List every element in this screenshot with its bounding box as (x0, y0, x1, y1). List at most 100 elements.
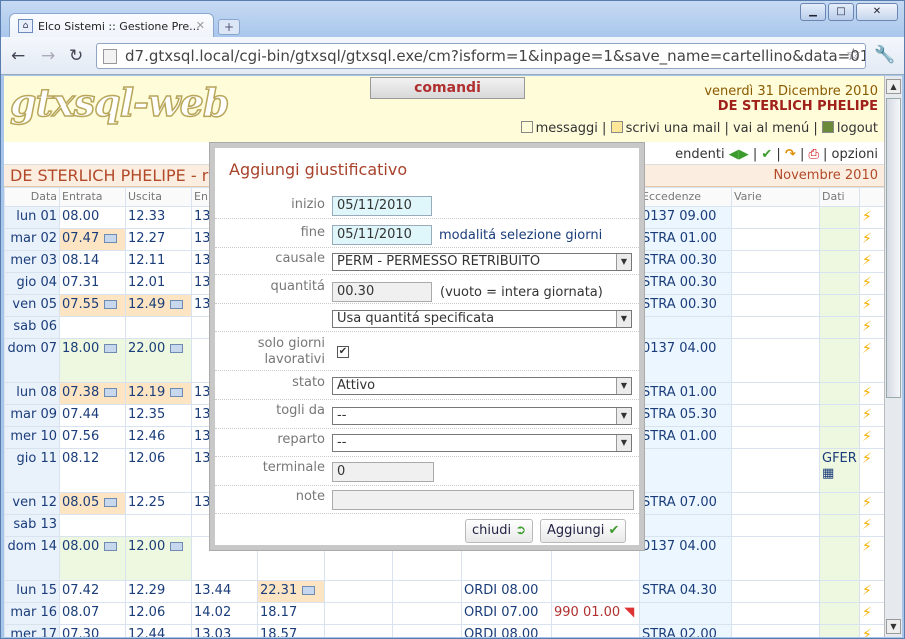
column-header: Data (4, 187, 60, 207)
cell-c4: 18.17 (260, 605, 298, 620)
messaggi-link[interactable]: messaggi (536, 121, 598, 136)
note-field[interactable] (332, 490, 634, 510)
card-icon[interactable] (104, 344, 118, 353)
cell: lun 08 (4, 382, 60, 405)
cell: dom 14 (4, 536, 60, 581)
cell-u: 12.25 (128, 495, 166, 510)
lightning-icon[interactable]: ⚡ (862, 539, 872, 555)
solo-giorni-checkbox[interactable]: ✔ (337, 346, 349, 358)
scroll-thumb[interactable] (886, 98, 901, 398)
menu-link[interactable]: vai al menú (733, 121, 809, 136)
reload-icon[interactable]: ↻ (69, 46, 83, 66)
card-icon[interactable] (104, 498, 118, 507)
stato-select[interactable]: Attivo ▼ (332, 377, 632, 395)
lightning-icon[interactable]: ⚡ (862, 231, 872, 247)
cell: 08.14 (59, 250, 126, 273)
cell (639, 448, 732, 493)
cell: ⚡ (859, 580, 884, 603)
table-row[interactable]: mer 17 07.30 12.44 13.03 18.57 ORDI 08.00 STRA… (4, 624, 884, 637)
scroll-up-icon[interactable]: ▲ (886, 79, 901, 94)
prev-next-arrows-icon[interactable]: ◀▶ (729, 147, 749, 162)
cell: 14.02 (191, 602, 258, 625)
lightning-icon[interactable]: ⚡ (862, 605, 872, 621)
back-arrow-icon[interactable]: ← (11, 46, 25, 66)
cell-date: mer 17 (10, 627, 57, 637)
browser-tab[interactable]: ⌂ Elco Sistemi :: Gestione Pre... ✕ (9, 13, 214, 39)
reparto-label: reparto (277, 432, 325, 447)
table-row[interactable]: lun 15 07.42 12.29 13.44 22.31 ORDI 08.00 STRA… (4, 580, 884, 603)
cell: STRA 04.30 (639, 580, 732, 603)
fine-field[interactable]: 05/11/2010 (332, 225, 432, 245)
header-links: messaggi | scrivi una mail | vai al menú… (520, 121, 878, 136)
star-icon[interactable]: ☆ (846, 45, 861, 65)
cell: ⚡ (859, 426, 884, 449)
dipendenti-link[interactable]: endenti (675, 147, 724, 162)
mail-link[interactable]: scrivi una mail (626, 121, 721, 136)
terminale-field[interactable]: 0 (332, 462, 434, 482)
mode-select[interactable]: Usa quantitá specificata ▼ (332, 310, 632, 328)
lightning-icon[interactable]: ⚡ (862, 385, 872, 401)
table-row[interactable]: mar 16 08.07 12.06 14.02 18.17 ORDI 07.00 990 … (4, 602, 884, 625)
redo-icon[interactable]: ↷ (785, 147, 796, 162)
cell: 0137 09.00 (639, 206, 732, 229)
lightning-icon[interactable]: ⚡ (862, 495, 872, 511)
cell-en: 13 (194, 253, 211, 268)
lightning-icon[interactable]: ⚡ (862, 451, 872, 467)
lightning-icon[interactable]: ⚡ (862, 319, 872, 335)
lightning-icon[interactable]: ⚡ (862, 275, 872, 291)
vertical-scrollbar[interactable]: ▲ ▼ (884, 76, 902, 637)
close-tab-icon[interactable]: ✕ (196, 19, 205, 32)
inizio-field[interactable]: 05/11/2010 (332, 196, 432, 216)
cell: 12.11 (125, 250, 192, 273)
wrench-icon[interactable]: 🔧 (874, 45, 895, 65)
flag-icon[interactable]: ◥ (620, 605, 634, 620)
close-window-button[interactable]: ✕ (856, 3, 898, 21)
lightning-icon[interactable]: ⚡ (862, 341, 872, 357)
lightning-icon[interactable]: ⚡ (862, 297, 872, 313)
new-tab-button[interactable]: + (218, 19, 240, 35)
comandi-button[interactable]: comandi (370, 77, 525, 99)
aggiungi-label: Aggiungi (547, 523, 605, 538)
address-bar[interactable]: d7.gtxsql.local/cgi-bin/gtxsql/gtxsql.ex… (96, 43, 866, 69)
cell: STRA 01.00 (639, 426, 732, 449)
card-icon[interactable] (104, 542, 118, 551)
chiudi-button[interactable]: chiudi ➲ (465, 519, 534, 543)
togli-select[interactable]: -- ▼ (332, 407, 632, 425)
card-icon[interactable] (104, 300, 118, 309)
pdf-icon[interactable]: ⎙ (808, 147, 818, 162)
reparto-select[interactable]: -- ▼ (332, 434, 632, 452)
card-icon[interactable] (104, 234, 118, 243)
aggiungi-button[interactable]: Aggiungi ✔ (540, 519, 627, 543)
card-icon[interactable] (104, 388, 118, 397)
maximize-button[interactable]: □ (828, 3, 854, 21)
modalita-selezione-link[interactable]: modalitá selezione giorni (439, 228, 602, 243)
causale-select[interactable]: PERM - PERMESSO RETRIBUITO ▼ (332, 253, 632, 271)
opzioni-link[interactable]: opzioni (832, 147, 878, 162)
card-icon[interactable] (170, 388, 184, 397)
minimize-button[interactable]: ▁ (800, 3, 826, 21)
employee-title: DE STERLICH PHELIPE - r (10, 166, 209, 185)
check-icon[interactable]: ✔ (761, 147, 772, 162)
scroll-down-icon[interactable]: ▼ (886, 619, 901, 634)
card-icon[interactable] (170, 300, 184, 309)
cell (819, 382, 860, 405)
cell: ⚡ (859, 448, 884, 493)
card-icon[interactable] (170, 344, 184, 353)
cell: mer 17 (4, 624, 60, 637)
lightning-icon[interactable]: ⚡ (862, 407, 872, 423)
cell-dati: GFER (822, 451, 857, 466)
lightning-icon[interactable]: ⚡ (862, 429, 872, 445)
card-icon[interactable] (170, 542, 184, 551)
calendar-icon[interactable]: ▦ (822, 466, 857, 481)
logout-link[interactable]: logout (837, 121, 878, 136)
cell-u: 12.06 (128, 605, 166, 620)
lightning-icon[interactable]: ⚡ (862, 583, 872, 599)
lightning-icon[interactable]: ⚡ (862, 627, 872, 637)
lightning-icon[interactable]: ⚡ (862, 209, 872, 225)
forward-arrow-icon[interactable]: → (41, 46, 55, 66)
quantita-field[interactable]: 00.30 (332, 282, 432, 302)
lightning-icon[interactable]: ⚡ (862, 517, 872, 533)
cell (819, 580, 860, 603)
lightning-icon[interactable]: ⚡ (862, 253, 872, 269)
card-icon[interactable] (302, 586, 316, 595)
